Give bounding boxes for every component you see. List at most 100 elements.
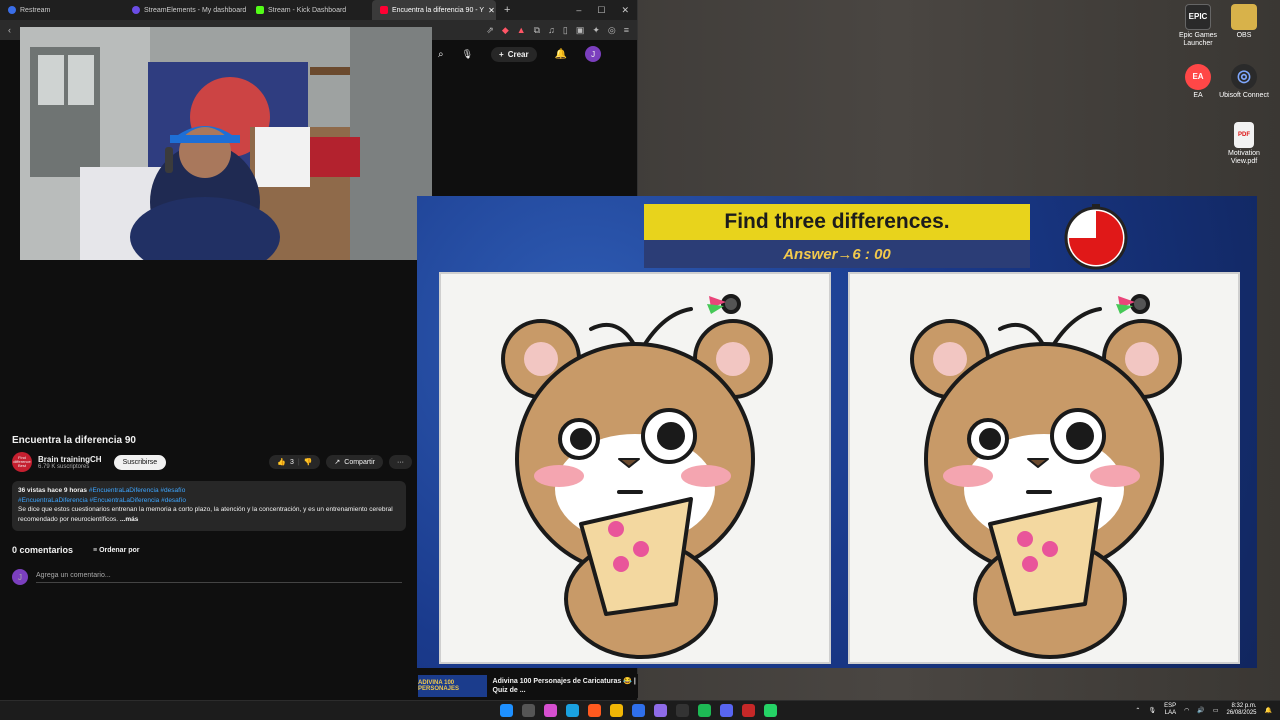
pdf-icon: PDF <box>1234 122 1254 148</box>
pdf-desktop-icon[interactable]: PDF Motivation View.pdf <box>1218 122 1270 166</box>
left-picture-panel[interactable] <box>439 272 831 664</box>
channel-subscribers: 6.79 K suscriptores <box>38 463 90 470</box>
user-avatar[interactable]: J <box>585 46 602 62</box>
youtube-icon <box>380 6 388 14</box>
wifi-icon[interactable]: ◠ <box>1184 707 1189 714</box>
clock[interactable]: 8:32 p.m. 26/08/2025 <box>1226 703 1256 717</box>
desc-text: Se dice que estos cuestionarios entrenan… <box>18 506 393 523</box>
desc-hashtags-2[interactable]: #EncuentraLaDiferencia #EncuentraLaDifer… <box>18 496 400 506</box>
folder-icon <box>1231 4 1257 30</box>
share-page-icon[interactable]: ⇗ <box>486 25 494 36</box>
tab-bar: Restream StreamElements - My dashboard S… <box>0 0 637 20</box>
file-explorer-icon[interactable] <box>610 704 623 717</box>
desc-more-link[interactable]: ...más <box>118 516 138 523</box>
next-video-thumbnail: ADIVINA 100 PERSONAJES <box>418 675 487 697</box>
game-answer: Answer→6 : 00 <box>644 240 1030 268</box>
calendar-icon[interactable] <box>742 704 755 717</box>
vpn-icon[interactable]: ◎ <box>608 25 616 36</box>
share-button[interactable]: ↗ Compartir <box>326 455 383 469</box>
sidebar-icon[interactable]: ▯ <box>563 25 568 36</box>
timer-icon <box>1064 204 1128 270</box>
restream-icon <box>8 6 16 14</box>
wallet-icon[interactable]: ▣ <box>576 25 585 36</box>
ea-desktop-icon[interactable]: EA EA <box>1172 64 1224 100</box>
taskbar-apps <box>500 704 777 717</box>
channel-name[interactable]: Brain trainingCH <box>38 455 102 464</box>
share-icon: ↗ <box>334 459 341 466</box>
search-icon[interactable]: ⌕ <box>438 49 444 60</box>
game-overlay: Find three differences. Answer→6 : 00 <box>417 196 1257 668</box>
music-icon[interactable]: ♫ <box>548 25 555 36</box>
tab-restream[interactable]: Restream <box>0 0 124 20</box>
obs-desktop-icon[interactable]: OBS <box>1218 4 1270 40</box>
screenshot-icon[interactable]: ⧉ <box>534 25 540 36</box>
ubisoft-desktop-icon[interactable]: ◎ Ubisoft Connect <box>1218 64 1270 100</box>
brave-icon[interactable] <box>588 704 601 717</box>
thumbs-down-icon[interactable]: 👎 <box>304 458 313 466</box>
bear-right-image <box>910 294 1182 659</box>
video-description[interactable]: 36 vistas hace 9 horas #EncuentraLaDifer… <box>12 481 406 531</box>
next-video-title: Adivina 100 Personajes de Caricaturas 😂 … <box>492 678 636 694</box>
desc-stats: 36 vistas hace 9 horas <box>18 487 88 494</box>
tab-youtube[interactable]: Encuentra la diferencia 90 - Y ✕ <box>372 0 496 20</box>
microphone-icon[interactable]: 🎙 <box>462 49 473 60</box>
obs-taskbar-icon[interactable] <box>654 704 667 717</box>
battery-icon[interactable]: ▭ <box>1213 707 1219 714</box>
bell-icon[interactable]: 🔔 <box>555 49 567 60</box>
webcam-image <box>20 27 432 260</box>
spotify-icon[interactable] <box>698 704 711 717</box>
comments-count: 0 comentarios <box>12 545 74 555</box>
volume-icon[interactable]: 🔊 <box>1197 707 1204 714</box>
tray-overflow-icon[interactable]: ⌃ <box>1135 707 1140 714</box>
video-title: Encuentra la diferencia 90 <box>12 435 136 446</box>
sort-comments-button[interactable]: ≡ Ordenar por <box>93 547 139 554</box>
desc-hashtags[interactable]: #EncuentraLaDiferencia #desafío <box>89 487 185 494</box>
ea-icon: EA <box>1185 64 1211 90</box>
channel-row: Find difference Best Brain trainingCH 6.… <box>12 452 412 472</box>
system-tray: ⌃ 🎙 ESP LAA ◠ 🔊 ▭ 8:32 p.m. 26/08/2025 🔔 <box>1135 703 1272 717</box>
plus-icon: + <box>499 49 504 59</box>
new-tab-button[interactable]: + <box>496 4 518 16</box>
tab-streamelements[interactable]: StreamElements - My dashboard <box>124 0 248 20</box>
microphone-tray-icon[interactable]: 🎙 <box>1148 707 1156 714</box>
bear-left-image <box>501 294 773 659</box>
puzzle-icon[interactable]: ✦ <box>592 25 600 36</box>
tab-kick[interactable]: Stream - Kick Dashboard <box>248 0 372 20</box>
maximize-button[interactable]: ☐ <box>597 5 605 16</box>
more-actions-button[interactable]: ··· <box>389 455 412 469</box>
streamelements-icon <box>132 6 140 14</box>
notification-icon[interactable]: 🔔 <box>1265 707 1272 714</box>
youtube-header-actions: ⌕ 🎙 + Crear 🔔 J <box>432 42 638 66</box>
subscribe-button[interactable]: Suscribirse <box>113 454 167 470</box>
shield-icon[interactable]: ◆ <box>502 25 509 36</box>
comments-header: 0 comentarios ≡ Ordenar por <box>12 545 140 555</box>
copilot-icon[interactable] <box>544 704 557 717</box>
menu-icon[interactable]: ≡ <box>624 25 629 36</box>
right-picture-panel[interactable] <box>848 272 1240 664</box>
create-button[interactable]: + Crear <box>491 46 537 62</box>
channel-avatar[interactable]: Find difference Best <box>12 452 32 472</box>
search-taskbar-icon[interactable] <box>522 704 535 717</box>
webcam-overlay <box>20 27 432 260</box>
epic-games-desktop-icon[interactable]: EPIC Epic Games Launcher <box>1172 4 1224 48</box>
back-icon[interactable]: ‹ <box>8 25 11 35</box>
like-button[interactable]: 👍 3 | 👎 <box>269 455 321 469</box>
minimize-button[interactable]: – <box>576 5 581 16</box>
github-icon[interactable] <box>676 704 689 717</box>
start-icon[interactable] <box>500 704 513 717</box>
close-tab-icon[interactable]: ✕ <box>488 6 495 15</box>
extension-icon[interactable]: ▲ <box>517 25 526 36</box>
game-title: Find three differences. <box>644 204 1030 240</box>
comment-input[interactable]: Agrega un comentario... <box>36 572 402 583</box>
edge-icon[interactable] <box>566 704 579 717</box>
taskbar: ⌃ 🎙 ESP LAA ◠ 🔊 ▭ 8:32 p.m. 26/08/2025 🔔 <box>0 700 1280 720</box>
store-icon[interactable] <box>632 704 645 717</box>
thumbs-up-icon: 👍 <box>277 459 286 466</box>
language-indicator[interactable]: ESP LAA <box>1164 703 1176 717</box>
epic-games-icon: EPIC <box>1185 4 1211 30</box>
next-video-item[interactable]: ADIVINA 100 PERSONAJES Adivina 100 Perso… <box>418 674 638 698</box>
discord-icon[interactable] <box>720 704 733 717</box>
ubisoft-icon: ◎ <box>1231 64 1257 90</box>
close-window-button[interactable]: ✕ <box>621 5 629 16</box>
whatsapp-icon[interactable] <box>764 704 777 717</box>
